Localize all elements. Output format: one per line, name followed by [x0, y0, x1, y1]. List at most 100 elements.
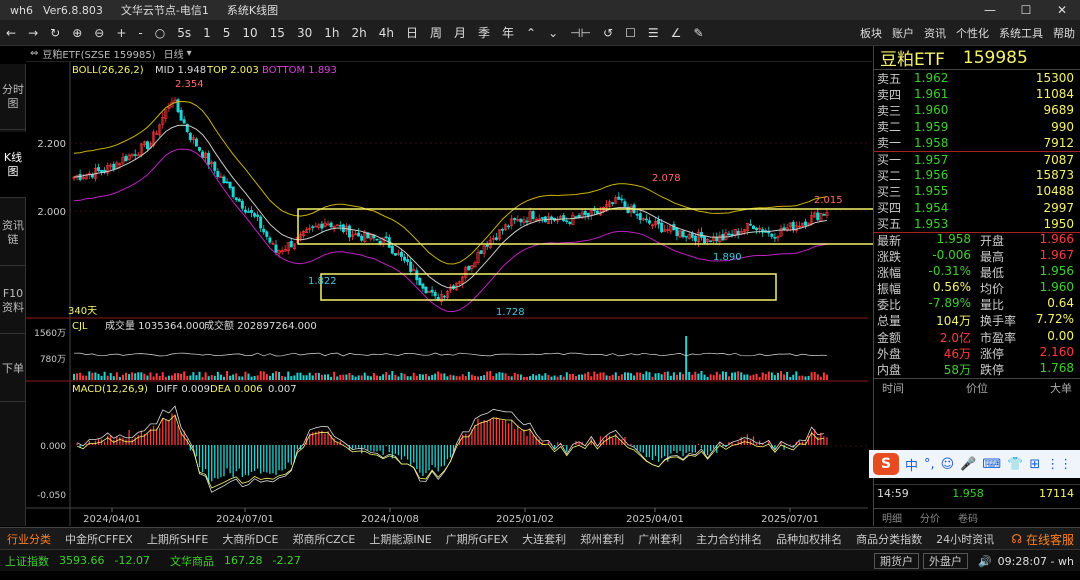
toolbar-button[interactable]: 季: [472, 20, 496, 46]
toolbar-button[interactable]: ←: [0, 20, 22, 46]
toolbar-button[interactable]: -: [132, 20, 148, 46]
macd-tick-label: 0.000: [40, 442, 66, 452]
toolbar-button[interactable]: ⌄: [542, 20, 564, 46]
volume-bar: [216, 371, 219, 380]
service-link[interactable]: ☊ 在线客服: [1011, 528, 1074, 550]
toolbar-button[interactable]: 30: [291, 20, 318, 46]
volume-bar: [633, 375, 636, 380]
toolbar-button[interactable]: ✎: [687, 20, 709, 46]
futures-account-button[interactable]: 期货户: [873, 553, 919, 569]
candle-body: [231, 186, 235, 198]
menu-item[interactable]: 个性化: [951, 20, 994, 46]
sh-index-value: 3593.66: [59, 554, 105, 567]
tab-detail[interactable]: 明细: [873, 510, 911, 525]
volume-bar: [327, 374, 330, 380]
market-tab[interactable]: 广期所GFEX: [439, 531, 515, 547]
market-tab[interactable]: 行业分类: [0, 531, 58, 547]
volume-bar: [100, 375, 103, 380]
ime-button[interactable]: ⊞: [1029, 457, 1040, 472]
stat-row: 金额 2.0亿 市盈率 0.00: [874, 329, 1080, 345]
chart-canvas[interactable]: BOLL(26,26,2) MID 1.948 TOP 2.003 BOTTOM 1.…: [0, 46, 873, 526]
minimize-button[interactable]: —: [972, 0, 1008, 20]
market-tab[interactable]: 品种加权排名: [769, 531, 849, 547]
toolbar-button[interactable]: ⊣⊢: [564, 20, 597, 46]
ime-button[interactable]: 中: [905, 455, 918, 474]
toolbar-button[interactable]: ☐: [619, 20, 642, 46]
tab-price-split[interactable]: 分价: [911, 510, 949, 525]
bid-row[interactable]: 买三 1.955 10488: [874, 183, 1080, 199]
close-button[interactable]: ✕: [1044, 0, 1080, 20]
bid-row[interactable]: 买二 1.956 15873: [874, 167, 1080, 183]
menu-item[interactable]: 帮助: [1048, 20, 1080, 46]
toolbar-button[interactable]: ⌃: [520, 20, 542, 46]
ime-button[interactable]: ☺: [941, 457, 955, 472]
toolbar-button[interactable]: 年: [496, 20, 520, 46]
toolbar-button[interactable]: ⊖: [88, 20, 110, 46]
toolbar-button[interactable]: 5s: [171, 20, 197, 46]
ime-button[interactable]: 👕: [1007, 457, 1023, 472]
market-tab[interactable]: 郑州套利: [573, 531, 631, 547]
bid-row[interactable]: 买一 1.957 7087: [874, 150, 1080, 167]
highlight-box-lower[interactable]: [320, 273, 777, 301]
volume-bar: [406, 376, 409, 380]
ime-toolbar[interactable]: S 中 °, ☺ 🎤 ⌨ 👕 ⊞ ⋮⋮: [869, 450, 1080, 478]
volume-bars: [73, 336, 828, 380]
ime-button[interactable]: °,: [924, 457, 935, 472]
toolbar-button[interactable]: 5: [217, 20, 237, 46]
candle-body: [675, 227, 679, 236]
toolbar-button[interactable]: ⊕: [66, 20, 88, 46]
market-tab[interactable]: 大连套利: [515, 531, 573, 547]
toolbar-button[interactable]: 15: [264, 20, 291, 46]
toolbar-button[interactable]: 4h: [373, 20, 400, 46]
toolbar-button[interactable]: +: [110, 20, 132, 46]
menu-item[interactable]: 板块: [855, 20, 887, 46]
toolbar-button[interactable]: ○: [149, 20, 171, 46]
ask-row[interactable]: 卖四 1.961 11084: [874, 86, 1080, 102]
toolbar-button[interactable]: ↻: [44, 20, 66, 46]
volume-bar: [180, 373, 183, 380]
toolbar-button[interactable]: 月: [448, 20, 472, 46]
maximize-button[interactable]: ☐: [1008, 0, 1044, 20]
ask-row[interactable]: 卖二 1.959 990: [874, 119, 1080, 135]
market-tab[interactable]: 上期能源INE: [362, 531, 438, 547]
ime-button[interactable]: 🎤: [960, 457, 976, 472]
market-tab[interactable]: 广州套利: [631, 531, 689, 547]
market-tab[interactable]: 主力合约排名: [689, 531, 769, 547]
market-tab[interactable]: 商品分类指数: [849, 531, 929, 547]
period-label: 340天: [68, 306, 97, 317]
candle-body: [467, 265, 471, 271]
ask-row[interactable]: 卖三 1.960 9689: [874, 102, 1080, 118]
toolbar-button[interactable]: ↺: [597, 20, 619, 46]
ask-row[interactable]: 卖五 1.962 15300: [874, 70, 1080, 86]
ask-row[interactable]: 卖一 1.958 7912: [874, 135, 1080, 151]
candle-body: [390, 245, 394, 254]
speaker-icon[interactable]: 🔊: [978, 555, 992, 568]
market-tab[interactable]: 大商所DCE: [215, 531, 285, 547]
toolbar-button[interactable]: 1h: [318, 20, 345, 46]
menu-item[interactable]: 账户: [887, 20, 919, 46]
market-tab[interactable]: 郑商所CZCE: [285, 531, 362, 547]
toolbar-button[interactable]: 10: [236, 20, 263, 46]
market-tab[interactable]: 24小时资讯: [929, 531, 1001, 547]
volume-bar: [507, 375, 510, 380]
menu-item[interactable]: 系统工具: [994, 20, 1048, 46]
ime-button[interactable]: ⌨: [982, 457, 1001, 472]
bid-row[interactable]: 买五 1.953 1950: [874, 216, 1080, 232]
toolbar-button[interactable]: ☰: [642, 20, 665, 46]
toolbar-button[interactable]: →: [22, 20, 44, 46]
candle-body: [213, 161, 217, 171]
volume-bar: [177, 373, 180, 380]
market-tab[interactable]: 上期所SHFE: [140, 531, 216, 547]
foreign-account-button[interactable]: 外盘户: [922, 553, 968, 569]
toolbar-button[interactable]: ∠: [665, 20, 688, 46]
toolbar-button[interactable]: 2h: [345, 20, 372, 46]
market-tab[interactable]: 中金所CFFEX: [58, 531, 140, 547]
ime-button[interactable]: ⋮⋮: [1046, 457, 1072, 472]
menu-item[interactable]: 资讯: [919, 20, 951, 46]
volume-bar: [694, 371, 697, 380]
bid-row[interactable]: 买四 1.954 2997: [874, 200, 1080, 216]
toolbar-button[interactable]: 日: [400, 20, 424, 46]
tab-code[interactable]: 卷码: [949, 510, 987, 525]
toolbar-button[interactable]: 周: [424, 20, 448, 46]
toolbar-button[interactable]: 1: [197, 20, 217, 46]
